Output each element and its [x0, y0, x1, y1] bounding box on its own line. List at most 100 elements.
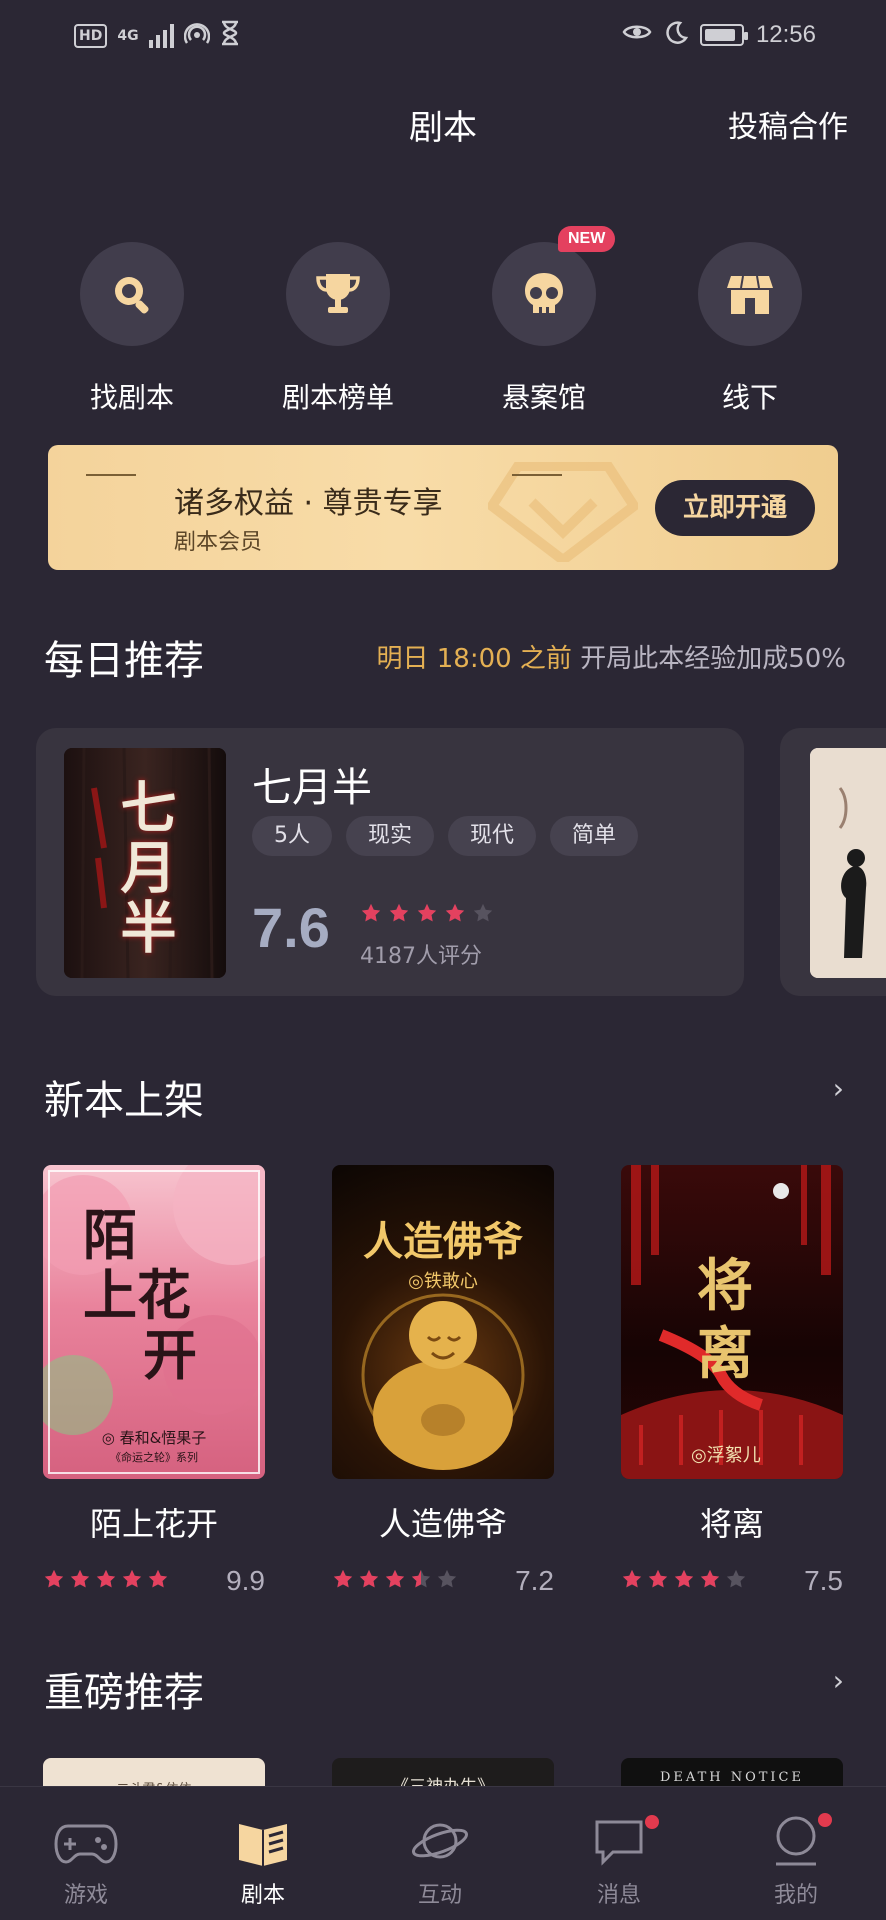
banner-divider-left: [86, 474, 136, 476]
bottom-nav: 游戏 剧本 互动 消息 我的: [0, 1786, 886, 1920]
screen: HD 4G 12:56 剧本 投稿合作 找剧本 剧本榜单 NEW 悬案馆 线下 …: [0, 0, 886, 1920]
hotspot-icon: [183, 20, 210, 52]
shortcut-find-script[interactable]: 找剧本: [42, 242, 222, 416]
book-score: 7.5: [804, 1565, 843, 1596]
bonus-deadline: 明日 18:00 之前: [376, 644, 572, 674]
rating-count: 4187人评分: [360, 944, 482, 969]
book-cover: 将 离 ◎浮絮儿: [621, 1165, 843, 1479]
search-icon: [80, 242, 184, 346]
book-rating-row: 9.9: [43, 1565, 265, 1597]
book-score: 9.9: [226, 1565, 265, 1596]
activate-membership-button[interactable]: 立即开通: [655, 480, 815, 536]
book-card[interactable]: 将 离 ◎浮絮儿 将离 7.5: [621, 1165, 843, 1597]
star-icon: [361, 903, 381, 922]
diamond-icon: [488, 462, 638, 562]
cover-text: 离: [697, 1321, 753, 1387]
nav-profile[interactable]: 我的: [736, 1811, 856, 1909]
star-rating: [621, 1568, 747, 1594]
script-cover: 七月半: [64, 748, 226, 978]
nav-game[interactable]: 游戏: [26, 1811, 146, 1909]
planet-icon: [380, 1811, 500, 1871]
star-rating: [43, 1568, 169, 1594]
status-right: 12:56: [622, 20, 816, 50]
cover-text: 开: [143, 1323, 197, 1387]
new-books-section-title: 新本上架: [44, 1078, 204, 1124]
star-rating: [332, 1568, 458, 1594]
book-cover: 陌 上花 开 ◎ 春和&悟果子 《命运之轮》系列: [43, 1165, 265, 1479]
nav-messages[interactable]: 消息: [559, 1811, 679, 1909]
unread-dot: [645, 1815, 659, 1829]
star-icon: [148, 1569, 168, 1588]
nav-label: 我的: [773, 1883, 818, 1908]
store-icon: [698, 242, 802, 346]
star-icon: [726, 1569, 746, 1588]
shortcut-label: 悬案馆: [501, 381, 586, 414]
status-left: HD 4G: [74, 20, 240, 52]
book-card[interactable]: 人造佛爷 ◎铁敢心 人造佛爷 7.2: [332, 1165, 554, 1597]
star-icon: [389, 903, 409, 922]
star-icon: [359, 1569, 379, 1588]
cover-author: ◎浮絮儿: [691, 1445, 761, 1466]
banner-title: 诸多权益 · 尊贵专享: [174, 486, 443, 521]
game-icon: [26, 1811, 146, 1871]
featured-peek-text: DEATH NOTICE: [659, 1770, 804, 1785]
shortcut-offline[interactable]: 线下: [660, 242, 840, 416]
star-icon: [122, 1569, 142, 1588]
banner-divider-right: [512, 474, 562, 476]
nav-label: 互动: [417, 1883, 462, 1908]
book-title: 陌上花开: [89, 1505, 218, 1543]
featured-section-title: 重磅推荐: [44, 1670, 204, 1716]
star-icon: [96, 1569, 116, 1588]
new-books-more-chevron-icon[interactable]: ›: [833, 1072, 844, 1105]
daily-bonus-note: 明日 18:00 之前 开局此本经验加成50%: [376, 638, 846, 675]
tag-difficulty: 简单: [550, 816, 639, 856]
book-icon: [203, 1811, 323, 1871]
shortcut-mystery-hall[interactable]: NEW 悬案馆: [454, 226, 634, 416]
book-rating-row: 7.2: [332, 1565, 554, 1597]
hourglass-icon: [220, 20, 240, 52]
moon-icon: [664, 20, 689, 50]
skull-icon: [492, 242, 596, 346]
book-cover: 人造佛爷 ◎铁敢心: [332, 1165, 554, 1479]
book-rating-row: 7.5: [621, 1565, 843, 1597]
nav-interact[interactable]: 互动: [380, 1811, 500, 1909]
star-icon: [622, 1569, 642, 1588]
shortcut-label: 线下: [721, 381, 778, 414]
nav-script[interactable]: 剧本: [203, 1811, 323, 1909]
cover-text: 陌: [83, 1203, 137, 1267]
star-icon: [385, 1569, 405, 1588]
eye-icon: [622, 21, 652, 49]
new-badge: NEW: [558, 226, 616, 252]
star-icon: [648, 1569, 668, 1588]
star-icon: [437, 1569, 457, 1588]
network-label: 4G: [117, 28, 139, 44]
script-title[interactable]: 七月半: [252, 755, 372, 813]
banner-subtitle: 剧本会员: [174, 530, 263, 555]
cover-series: 《命运之轮》系列: [110, 1451, 198, 1464]
book-score: 7.2: [515, 1565, 554, 1596]
clock: 12:56: [755, 21, 816, 48]
cover-text: 上花: [83, 1263, 191, 1327]
cover-author: ◎ 春和&悟果子: [101, 1429, 207, 1447]
star-icon: [700, 1569, 720, 1588]
signal-icon: [148, 24, 174, 48]
star-icon: [473, 903, 493, 922]
book-title: 人造佛爷: [378, 1505, 507, 1543]
nav-label: 剧本: [240, 1883, 285, 1908]
cover-text: 人造佛爷: [363, 1218, 523, 1265]
trophy-icon: [286, 242, 390, 346]
star-icon: [445, 903, 465, 922]
featured-more-chevron-icon[interactable]: ›: [833, 1664, 844, 1697]
submit-cooperation-link[interactable]: 投稿合作: [728, 102, 848, 146]
tag-era: 现代: [448, 816, 537, 856]
star-icon: [44, 1569, 64, 1588]
book-card[interactable]: 陌 上花 开 ◎ 春和&悟果子 《命运之轮》系列 陌上花开 9.9: [43, 1165, 265, 1597]
tag-genre: 现实: [346, 816, 435, 856]
star-icon: [333, 1569, 353, 1588]
shortcut-label: 找剧本: [89, 381, 174, 414]
star-icon: [70, 1569, 90, 1588]
star-icon: [674, 1569, 694, 1588]
shortcut-ranking[interactable]: 剧本榜单: [248, 242, 428, 416]
tag-players: 5人: [252, 816, 332, 856]
book-title: 将离: [699, 1505, 764, 1543]
